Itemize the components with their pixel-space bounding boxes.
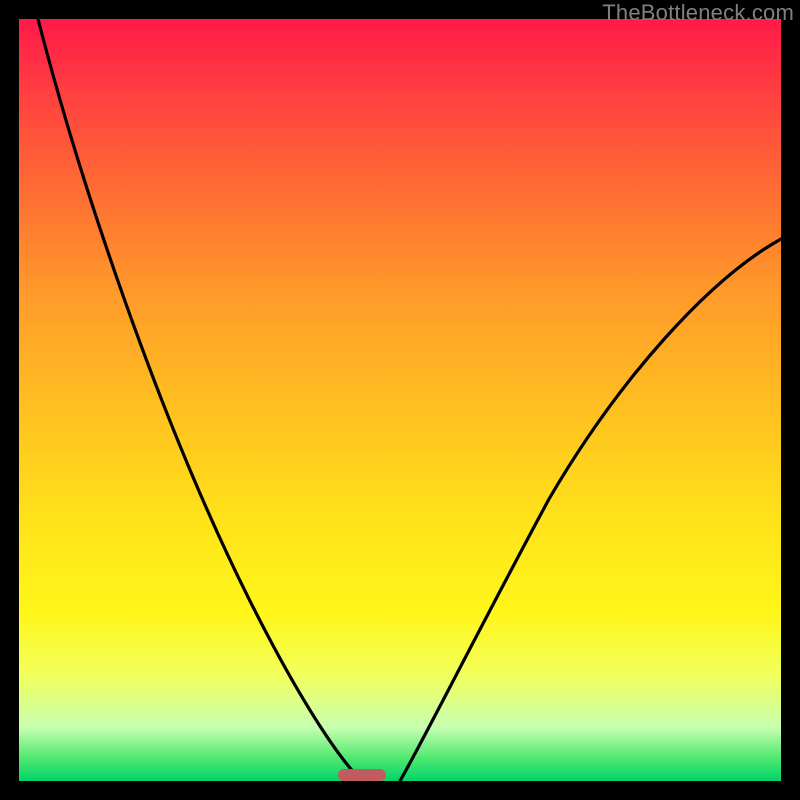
curve-left-branch — [38, 19, 362, 781]
curve-right-branch — [400, 239, 781, 781]
bottleneck-curve — [19, 19, 781, 781]
watermark-text: TheBottleneck.com — [602, 0, 794, 26]
optimum-marker — [338, 769, 386, 781]
plot-area — [19, 19, 781, 781]
